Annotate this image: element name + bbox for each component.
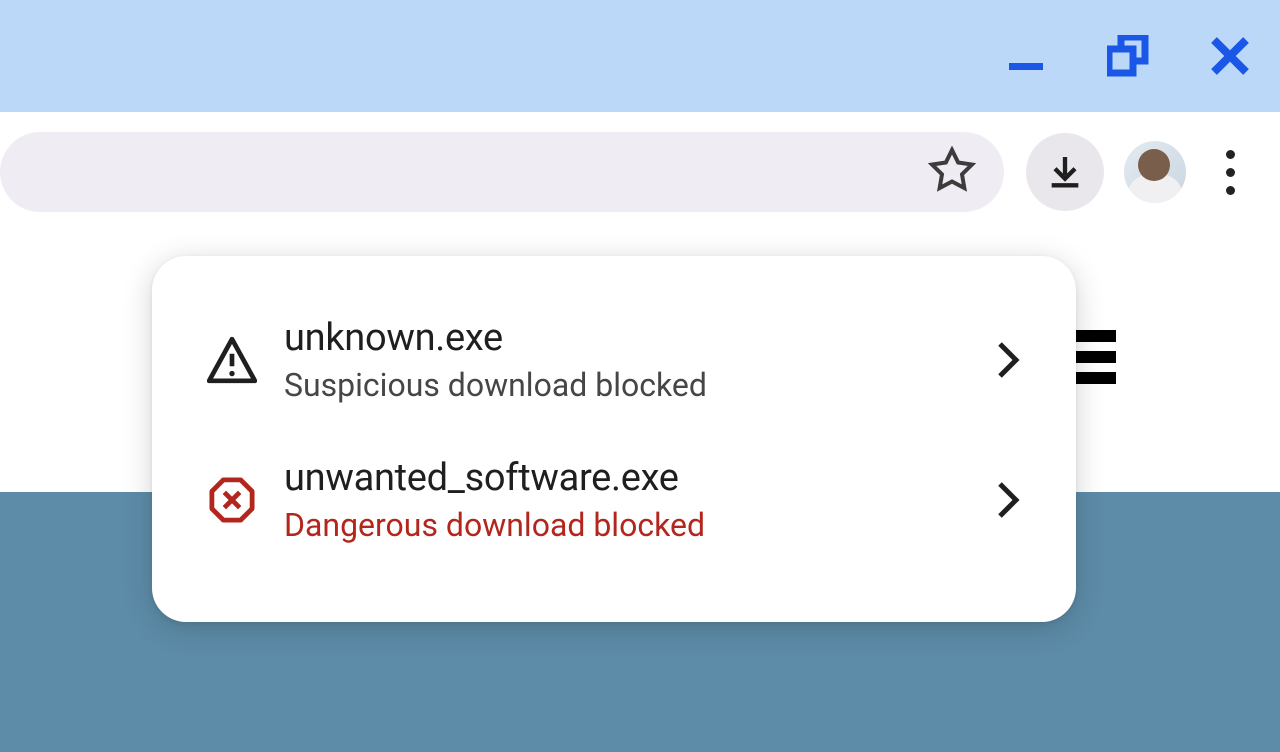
download-status: Suspicious download blocked xyxy=(284,366,988,404)
downloads-button[interactable] xyxy=(1026,133,1104,211)
window-restore-button[interactable] xyxy=(1106,34,1150,78)
window-close-button[interactable] xyxy=(1208,34,1252,78)
browser-toolbar xyxy=(0,112,1280,232)
download-item-text: unknown.exe Suspicious download blocked xyxy=(284,316,988,404)
close-icon xyxy=(1210,36,1250,76)
warning-triangle-icon xyxy=(204,332,260,388)
chevron-right-icon xyxy=(988,480,1028,520)
download-icon xyxy=(1045,152,1085,192)
download-status: Dangerous download blocked xyxy=(284,506,988,544)
toolbar-actions xyxy=(1026,133,1280,211)
download-item[interactable]: unknown.exe Suspicious download blocked xyxy=(162,290,1066,430)
profile-avatar[interactable] xyxy=(1124,141,1186,203)
bookmark-star-icon[interactable] xyxy=(928,146,976,198)
window-titlebar xyxy=(0,0,1280,112)
restore-icon xyxy=(1107,35,1149,77)
more-menu-button[interactable] xyxy=(1206,142,1254,202)
window-minimize-button[interactable] xyxy=(1004,34,1048,78)
minimize-icon xyxy=(1007,37,1045,75)
downloads-dropdown: unknown.exe Suspicious download blocked … xyxy=(152,256,1076,622)
download-filename: unknown.exe xyxy=(284,316,988,360)
chevron-right-icon xyxy=(988,340,1028,380)
download-filename: unwanted_software.exe xyxy=(284,456,988,500)
address-bar[interactable] xyxy=(0,132,1004,212)
stop-x-icon xyxy=(204,472,260,528)
download-item[interactable]: unwanted_software.exe Dangerous download… xyxy=(162,430,1066,570)
download-item-text: unwanted_software.exe Dangerous download… xyxy=(284,456,988,544)
